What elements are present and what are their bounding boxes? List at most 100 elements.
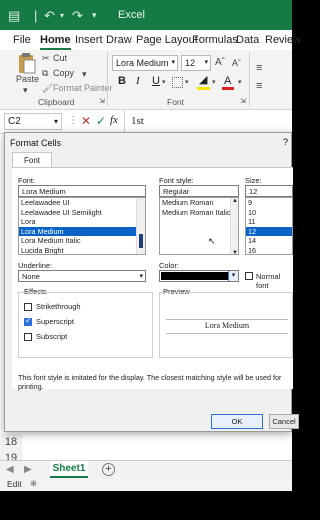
scroll-thumb[interactable]	[139, 234, 143, 248]
customize-icon[interactable]: ▾	[92, 10, 97, 21]
tab-review[interactable]: Review	[265, 34, 301, 46]
help-button[interactable]: ?	[283, 137, 288, 147]
fill-color-icon[interactable]: ◢	[199, 73, 207, 86]
tab-file[interactable]: File	[13, 34, 31, 46]
fill-dropdown-icon[interactable]: ▾	[212, 78, 216, 86]
underline-button[interactable]: U	[152, 75, 160, 87]
effect-checkbox[interactable]: ✓	[24, 316, 32, 326]
chevron-down-icon[interactable]: ▾	[228, 271, 238, 281]
chevron-down-icon: ▾	[204, 59, 208, 66]
row-header[interactable]: 18	[0, 434, 22, 450]
align-left-icon[interactable]: ≡	[256, 80, 262, 92]
normal-font-checkbox[interactable]	[245, 272, 253, 280]
sheet-tab-sheet1[interactable]: Sheet1	[50, 461, 88, 478]
effect-checkbox[interactable]	[24, 303, 32, 311]
preview-line	[166, 333, 288, 334]
scroll-left-icon[interactable]: ◀	[6, 464, 14, 475]
align-top-icon[interactable]: ≡	[256, 62, 262, 74]
more-icon: ⋮	[68, 115, 78, 126]
font-list-item[interactable]: Lucida Bright	[19, 246, 145, 255]
underline-select[interactable]: None ▾	[18, 270, 146, 282]
undo-icon[interactable]: ↶	[44, 8, 55, 24]
group-divider	[107, 52, 108, 106]
clipboard-launcher-icon[interactable]: ⇲	[99, 97, 105, 105]
tab-home[interactable]: Home	[40, 34, 71, 50]
formula-input[interactable]: 1st	[131, 115, 144, 127]
paste-icon[interactable]	[16, 52, 36, 74]
cancel-button[interactable]: Cancel	[269, 414, 299, 429]
tab-font[interactable]: Font	[12, 152, 52, 168]
add-sheet-button[interactable]: +	[102, 463, 115, 476]
effect-checkbox[interactable]	[24, 333, 32, 341]
borders-icon[interactable]	[172, 77, 183, 88]
font-list-item[interactable]: Lora Medium	[19, 226, 145, 236]
font-list-item[interactable]: Lora Medium Italic	[19, 236, 145, 246]
font-style-list-item[interactable]: Medium Roman	[160, 198, 238, 208]
ok-button[interactable]: OK	[211, 414, 263, 429]
font-list-scrollbar[interactable]	[136, 198, 145, 254]
borders-dropdown-icon[interactable]: ▾	[185, 78, 189, 86]
font-size-combo[interactable]: 12 ▾	[181, 55, 211, 71]
bold-button[interactable]: B	[118, 75, 126, 87]
increase-font-size-icon[interactable]: Aˆ	[215, 57, 225, 68]
font-color-button[interactable]: A	[224, 75, 231, 87]
undo-dropdown-icon[interactable]: ▾	[60, 11, 64, 20]
accessibility-icon[interactable]: ⎈	[30, 478, 37, 489]
underline-dropdown-icon[interactable]: ▾	[162, 78, 166, 86]
tab-insert[interactable]: Insert	[75, 34, 103, 46]
font-list-item[interactable]: Lora	[19, 217, 145, 227]
font-list-item[interactable]: Leelawadee UI	[19, 198, 145, 208]
size-list-item[interactable]: 9	[246, 198, 292, 208]
paste-dropdown-icon[interactable]: ▾	[23, 85, 28, 96]
font-style-input[interactable]: Regular	[159, 185, 239, 197]
tab-data[interactable]: Data	[236, 34, 259, 46]
effect-option[interactable]: Subscript	[24, 332, 144, 342]
name-box[interactable]: C2 ▾	[4, 113, 62, 130]
redo-icon[interactable]: ↷	[72, 8, 83, 24]
decrease-font-size-icon[interactable]: Aˇ	[232, 58, 241, 68]
copy-icon[interactable]: ⧉	[42, 68, 48, 79]
tab-formulas[interactable]: Formulas	[192, 34, 238, 46]
size-list-item[interactable]: 16	[246, 246, 292, 255]
font-name-input[interactable]: Lora Medium	[18, 185, 146, 197]
copy-button[interactable]: Copy	[53, 68, 74, 78]
copy-dropdown-icon[interactable]: ▾	[82, 69, 87, 80]
font-name-value: Lora Medium	[116, 58, 169, 68]
font-listbox[interactable]: Leelawadee UI Leelawadee UI Semilight Lora…	[18, 197, 146, 255]
effect-option[interactable]: Strikethrough	[24, 302, 144, 312]
font-style-list-item[interactable]: Medium Roman Italic	[160, 208, 238, 218]
tab-draw[interactable]: Draw	[106, 34, 132, 46]
clipboard-group-label: Clipboard	[38, 97, 75, 107]
scroll-right-icon[interactable]: ▶	[24, 464, 32, 475]
font-list-item[interactable]: Leelawadee UI Semilight	[19, 208, 145, 218]
size-list-item[interactable]: 12	[246, 226, 292, 236]
save-icon[interactable]: ▤	[8, 8, 20, 24]
sheet-tab-bar: ◀ ▶ Sheet1 +	[0, 460, 292, 478]
row-header[interactable]: 19	[0, 450, 22, 460]
enter-icon[interactable]: ✓	[96, 114, 106, 128]
size-input[interactable]: 12	[245, 185, 293, 197]
scroll-down-icon[interactable]: ▼	[232, 250, 238, 254]
paste-button[interactable]: Paste	[16, 74, 39, 84]
insert-function-button[interactable]: fx	[110, 114, 118, 126]
tab-page-layout[interactable]: Page Layout	[136, 34, 198, 46]
size-list-item[interactable]: 14	[246, 236, 292, 246]
font-style-listbox[interactable]: Medium Roman Medium Roman Italic ▲ ▼	[159, 197, 239, 255]
font-launcher-icon[interactable]: ⇲	[240, 97, 246, 105]
size-list-item[interactable]: 10	[246, 208, 292, 218]
color-picker[interactable]: ▾	[159, 270, 239, 282]
format-painter-icon[interactable]: 🖌	[42, 83, 53, 94]
cancel-icon[interactable]: ✕	[81, 114, 91, 128]
cut-button[interactable]: Cut	[53, 53, 67, 63]
font-color-dropdown-icon[interactable]: ▾	[238, 78, 242, 86]
size-list-item[interactable]: 11	[246, 217, 292, 227]
scroll-up-icon[interactable]: ▲	[232, 198, 238, 204]
underline-label: Underline:	[18, 261, 53, 270]
size-listbox[interactable]: 9 10 11 12 14 16	[245, 197, 293, 255]
font-name-combo[interactable]: Lora Medium ▾	[112, 55, 178, 71]
italic-button[interactable]: I	[136, 75, 140, 87]
effect-option[interactable]: ✓ Superscript	[24, 316, 144, 327]
format-painter-button[interactable]: Format Painter	[53, 83, 113, 93]
style-list-scrollbar[interactable]: ▲ ▼	[230, 198, 238, 254]
cut-icon[interactable]: ✂	[42, 53, 50, 64]
